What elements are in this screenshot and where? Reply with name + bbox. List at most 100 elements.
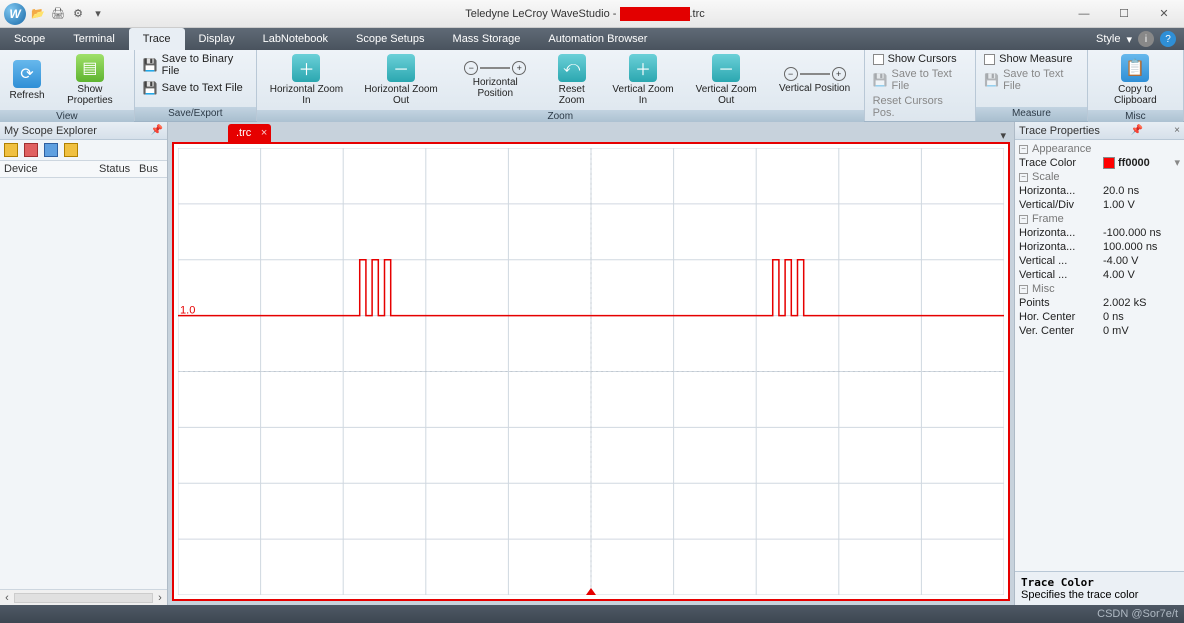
reset-icon: ⤺: [558, 54, 586, 82]
prop-value: 2.002 kS: [1103, 296, 1180, 310]
pin-icon[interactable]: 📌: [151, 125, 163, 136]
save-binary-button[interactable]: 💾Save to Binary File: [141, 52, 250, 78]
tab-dropdown-icon[interactable]: ▾: [992, 129, 1014, 142]
disk-icon: 💾: [984, 73, 999, 87]
scope-explorer-panel: My Scope Explorer 📌 Device Status Bus ‹ …: [0, 122, 168, 605]
menu-automation-browser[interactable]: Automation Browser: [534, 28, 661, 50]
menu-display[interactable]: Display: [185, 28, 249, 50]
prop-row[interactable]: Trace Colorff0000 ▾: [1015, 156, 1184, 170]
scroll-left-icon[interactable]: ‹: [0, 592, 14, 604]
plus-circle-icon: +: [832, 67, 846, 81]
explorer-tool-3[interactable]: [44, 143, 58, 157]
menu-trace[interactable]: Trace: [129, 28, 185, 50]
ribbon-group-save: 💾Save to Binary File 💾Save to Text File …: [135, 50, 257, 121]
prop-key: Hor. Center: [1019, 310, 1103, 324]
measure-save-text: 💾Save to Text File: [982, 67, 1081, 93]
prop-row[interactable]: Ver. Center0 mV: [1015, 324, 1184, 338]
col-bus[interactable]: Bus: [135, 161, 167, 177]
prop-category[interactable]: −Frame: [1015, 212, 1184, 226]
vposition-slider[interactable]: −+ Vertical Position: [772, 65, 858, 96]
menu-terminal[interactable]: Terminal: [59, 28, 129, 50]
doc-tab[interactable]: .trc×: [228, 124, 271, 142]
reset-cursors-button[interactable]: Reset Cursors Pos.: [871, 94, 970, 120]
prop-key: Trace Color: [1019, 156, 1103, 170]
expander-icon: −: [1019, 285, 1028, 294]
tab-close-icon[interactable]: ×: [261, 127, 267, 139]
prop-value: 1.00 V: [1103, 198, 1180, 212]
minus-circle-icon: −: [784, 67, 798, 81]
disk-icon: 💾: [143, 58, 158, 72]
prop-row[interactable]: Horizonta...100.000 ns: [1015, 240, 1184, 254]
reset-zoom-button[interactable]: ⤺Reset Zoom: [542, 52, 601, 108]
prop-value: 0 mV: [1103, 324, 1180, 338]
statusbar-text: CSDN @Sor7e/t: [1097, 608, 1178, 620]
qat-settings-icon[interactable]: ⚙: [70, 6, 86, 22]
scope-area[interactable]: 1.0: [172, 142, 1010, 601]
ribbon-group-cursors: Show Cursors 💾Save to Text File Reset Cu…: [865, 50, 977, 121]
save-text-button[interactable]: 💾Save to Text File: [141, 80, 245, 96]
properties-icon: ▤: [76, 54, 104, 82]
maximize-button[interactable]: ☐: [1104, 0, 1144, 28]
menu-scope-setups[interactable]: Scope Setups: [342, 28, 439, 50]
document-tabs: .trc× ▾: [168, 122, 1014, 142]
prop-category[interactable]: −Scale: [1015, 170, 1184, 184]
prop-category[interactable]: −Appearance: [1015, 142, 1184, 156]
prop-row[interactable]: Hor. Center0 ns: [1015, 310, 1184, 324]
qat-dropdown-icon[interactable]: ▾: [90, 6, 106, 22]
menu-labnotebook[interactable]: LabNotebook: [249, 28, 342, 50]
info-icon[interactable]: i: [1138, 31, 1154, 47]
copy-clipboard-button[interactable]: 📋Copy to Clipboard: [1094, 52, 1177, 108]
scroll-track[interactable]: [14, 593, 153, 603]
prop-row[interactable]: Horizonta...20.0 ns: [1015, 184, 1184, 198]
explorer-scrollbar[interactable]: ‹ ›: [0, 589, 167, 605]
menu-mass-storage[interactable]: Mass Storage: [439, 28, 535, 50]
cursors-save-text: 💾Save to Text File: [871, 67, 970, 93]
minimize-button[interactable]: —: [1064, 0, 1104, 28]
hzoom-in-button[interactable]: ＋Horizontal Zoom In: [263, 52, 350, 108]
explorer-tool-4[interactable]: [64, 143, 78, 157]
prop-row[interactable]: Vertical/Div1.00 V: [1015, 198, 1184, 212]
hzoom-out-button[interactable]: －Horizontal Zoom Out: [354, 52, 448, 108]
window-title: Teledyne LeCroy WaveStudio - .trc: [106, 7, 1064, 21]
prop-key: Vertical/Div: [1019, 198, 1103, 212]
qat-open-icon[interactable]: 📂: [30, 6, 46, 22]
pin-icon[interactable]: 📌: [1131, 125, 1143, 136]
col-device[interactable]: Device: [0, 161, 95, 177]
explorer-tool-2[interactable]: [24, 143, 38, 157]
hposition-slider[interactable]: −+ Horizontal Position: [452, 59, 538, 101]
explorer-tool-1[interactable]: [4, 143, 18, 157]
main-area: My Scope Explorer 📌 Device Status Bus ‹ …: [0, 122, 1184, 605]
menu-scope[interactable]: Scope: [0, 28, 59, 50]
minus-icon: －: [712, 54, 740, 82]
show-cursors-checkbox[interactable]: Show Cursors: [871, 52, 959, 66]
ribbon-label-save: Save/Export: [135, 107, 256, 121]
prop-row[interactable]: Vertical ...-4.00 V: [1015, 254, 1184, 268]
close-button[interactable]: ✕: [1144, 0, 1184, 28]
prop-row[interactable]: Vertical ...4.00 V: [1015, 268, 1184, 282]
scope-frame: 1.0: [172, 142, 1010, 601]
qat-print-icon[interactable]: 🖨: [50, 6, 66, 22]
vzoom-out-button[interactable]: －Vertical Zoom Out: [685, 52, 768, 108]
refresh-button[interactable]: ⟳Refresh: [6, 58, 48, 103]
vzoom-in-button[interactable]: ＋Vertical Zoom In: [605, 52, 681, 108]
plus-circle-icon: +: [512, 61, 526, 75]
close-panel-icon[interactable]: ×: [1174, 125, 1180, 136]
col-status[interactable]: Status: [95, 161, 135, 177]
ribbon-group-measure: Show Measure 💾Save to Text File Measure: [976, 50, 1088, 121]
prop-key: Points: [1019, 296, 1103, 310]
show-measure-checkbox[interactable]: Show Measure: [982, 52, 1074, 66]
desc-title: Trace Color: [1021, 576, 1094, 589]
prop-key: Vertical ...: [1019, 254, 1103, 268]
prop-row[interactable]: Horizonta...-100.000 ns: [1015, 226, 1184, 240]
style-chevron-icon[interactable]: ▾: [1126, 33, 1132, 46]
prop-value: ff0000 ▾: [1103, 156, 1180, 170]
explorer-header: My Scope Explorer 📌: [0, 122, 167, 140]
show-properties-button[interactable]: ▤Show Properties: [52, 52, 128, 108]
scroll-right-icon[interactable]: ›: [153, 592, 167, 604]
prop-row[interactable]: Points2.002 kS: [1015, 296, 1184, 310]
minus-icon: －: [387, 54, 415, 82]
style-menu[interactable]: Style: [1096, 33, 1120, 45]
prop-category[interactable]: −Misc: [1015, 282, 1184, 296]
statusbar: CSDN @Sor7e/t: [0, 605, 1184, 623]
help-icon[interactable]: ?: [1160, 31, 1176, 47]
